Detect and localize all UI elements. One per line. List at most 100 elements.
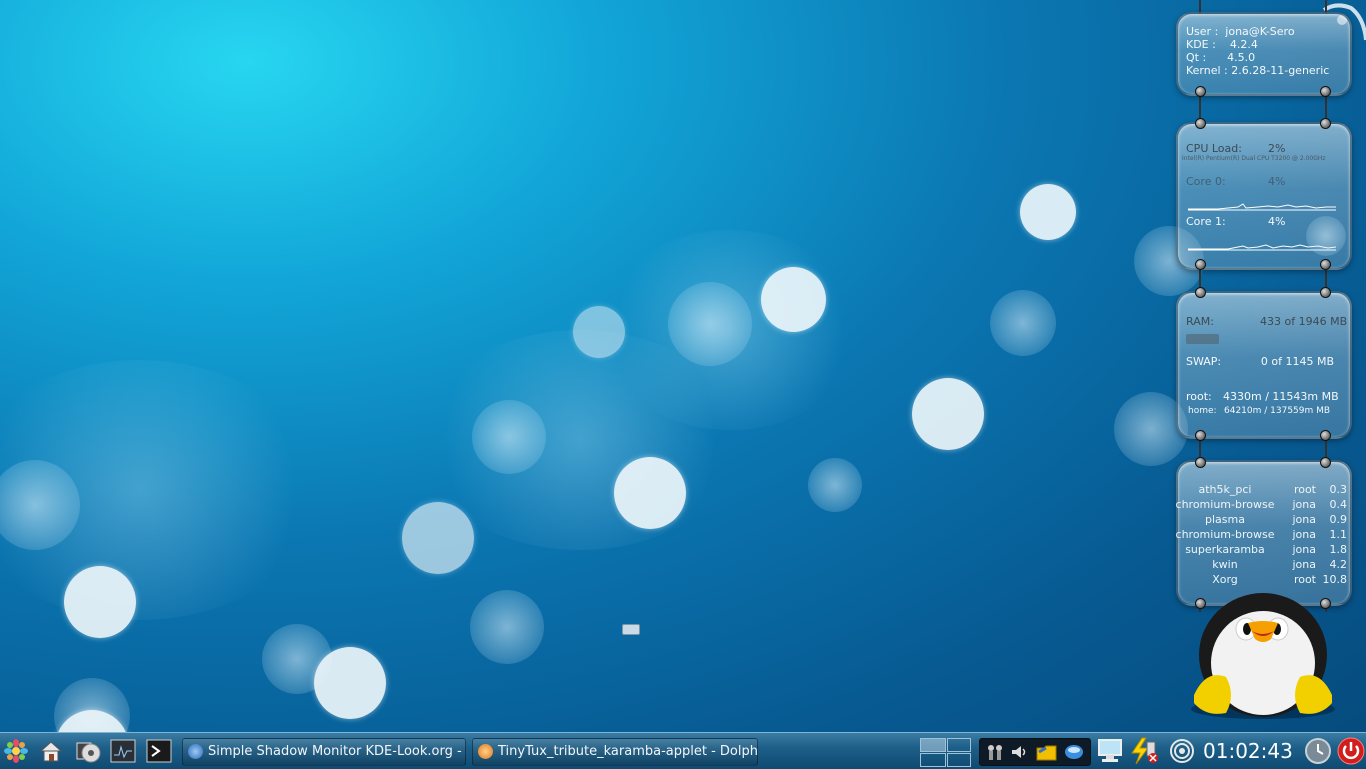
ram-value: 433 of 1946 MB (1260, 315, 1348, 328)
kde-menu-button[interactable] (3, 739, 29, 763)
cpu-widget[interactable]: CPU Load: 2% Intel(R) Pentium(R) Dual CP… (1176, 122, 1352, 270)
widget-bolt (1195, 430, 1206, 441)
root-label: root: (1186, 390, 1212, 403)
process-cpu: 1.1 (1329, 528, 1348, 541)
bokeh-light (912, 378, 984, 450)
process-name: chromium-browse (1175, 528, 1275, 541)
desktop-background: User : jona@K-Sero KDE : 4.2.4 Qt : 4.5.… (0, 0, 1366, 732)
disc-burner-button[interactable] (76, 739, 102, 763)
kde-label: KDE : (1186, 38, 1216, 51)
process-row: superkaramba jona 1.8 (1172, 542, 1352, 557)
core0-value: 4% (1268, 175, 1286, 188)
widget-bolt (1195, 457, 1206, 468)
process-cpu: 4.2 (1329, 558, 1348, 571)
process-cpu: 1.8 (1329, 543, 1348, 556)
core1-label: Core 1: (1186, 215, 1226, 228)
cpu-model: Intel(R) Pentium(R) Dual CPU T3200 @ 2.0… (1182, 155, 1326, 162)
konqueror-icon (188, 744, 203, 759)
process-cpu: 0.4 (1329, 498, 1348, 511)
network-icon[interactable] (986, 743, 1004, 761)
panel-clock[interactable]: 01:02:43 (1203, 738, 1293, 764)
user-row: User : jona@K-Sero (1186, 25, 1295, 38)
tux-penguin-icon[interactable] (1186, 585, 1340, 720)
process-user: jona (1292, 513, 1317, 526)
bokeh-light (668, 282, 752, 366)
desktop-pager[interactable] (920, 738, 972, 767)
folder-icon[interactable] (1036, 742, 1058, 762)
widget-bolt (1195, 259, 1206, 270)
process-row: chromium-browse jona 0.4 (1172, 497, 1352, 512)
home-folder-button[interactable] (38, 739, 64, 763)
lock-screen-icon[interactable] (1304, 737, 1332, 765)
kde-version: 4.2.4 (1229, 38, 1258, 51)
pager-desktop-4[interactable] (947, 753, 971, 767)
process-user: jona (1292, 528, 1317, 541)
system-info-widget[interactable]: User : jona@K-Sero KDE : 4.2.4 Qt : 4.5.… (1176, 12, 1352, 96)
terminal-button[interactable] (146, 739, 172, 763)
terminal-icon (146, 739, 172, 763)
system-monitor-icon (110, 739, 136, 763)
process-user: root (1293, 483, 1316, 496)
system-monitor-button[interactable] (110, 739, 136, 763)
ram-bar (1186, 334, 1336, 344)
widget-bolt (1320, 287, 1331, 298)
process-list: ath5k_pci root 0.3 chromium-browse jona 0.4 pl… (1172, 482, 1352, 587)
qt-version: 4.5.0 (1227, 51, 1256, 64)
widget-bolt (1195, 118, 1206, 129)
home-folder-icon (39, 741, 63, 762)
process-row: ath5k_pci root 0.3 (1172, 482, 1352, 497)
root-usage: 4330m / 11543m MB (1223, 390, 1339, 403)
kopete-icon[interactable] (1064, 742, 1084, 762)
core1-value: 4% (1268, 215, 1286, 228)
bokeh-light (472, 400, 546, 474)
cpu-load-label: CPU Load: (1186, 142, 1242, 155)
taskbar-panel: Simple Shadow Monitor KDE-Look.org - Tin… (0, 732, 1366, 769)
home-usage: 64210m / 137559m MB (1224, 406, 1331, 416)
process-name: ath5k_pci (1198, 483, 1252, 496)
desktop-toolbox-icon[interactable] (622, 624, 640, 635)
bokeh-light (64, 566, 136, 638)
task-label: Simple Shadow Monitor KDE-Look.org - (208, 744, 462, 759)
process-user: jona (1292, 498, 1317, 511)
bokeh-light (1306, 216, 1346, 256)
core0-graph (1188, 203, 1336, 211)
system-tray (979, 738, 1091, 766)
pager-desktop-1[interactable] (920, 738, 946, 752)
qt-row: Qt : 4.5.0 (1186, 51, 1255, 64)
widget-bolt (1195, 86, 1206, 97)
kernel-version: 2.6.28-11-generic (1231, 64, 1330, 77)
task-dolphin[interactable]: TinyTux_tribute_karamba-applet - Dolph (472, 738, 758, 766)
widget-bolt (1320, 259, 1331, 270)
process-name: chromium-browse (1175, 498, 1275, 511)
bokeh-light (402, 502, 474, 574)
process-name: kwin (1212, 558, 1238, 571)
kde-row: KDE : 4.2.4 (1186, 38, 1258, 51)
volume-icon[interactable] (1010, 743, 1028, 761)
task-label: TinyTux_tribute_karamba-applet - Dolph (498, 744, 758, 759)
widget-bolt (1320, 457, 1331, 468)
user-label: User : (1186, 25, 1219, 38)
pager-desktop-3[interactable] (920, 753, 946, 767)
process-user: jona (1292, 558, 1317, 571)
ram-bar-fill (1186, 334, 1219, 344)
pager-desktop-2[interactable] (947, 738, 971, 752)
bokeh-light (761, 267, 826, 332)
shutdown-icon[interactable] (1336, 736, 1366, 766)
process-user: jona (1292, 543, 1317, 556)
widget-bolt (1195, 287, 1206, 298)
process-name: plasma (1205, 513, 1245, 526)
task-konqueror[interactable]: Simple Shadow Monitor KDE-Look.org - (182, 738, 466, 766)
swap-label: SWAP: (1186, 355, 1222, 368)
widget-bolt (1320, 86, 1331, 97)
process-row: chromium-browse jona 1.1 (1172, 527, 1352, 542)
swap-value: 0 of 1145 MB (1260, 355, 1334, 368)
memory-widget[interactable]: RAM: 433 of 1946 MB SWAP: 0 of 1145 MB r… (1176, 291, 1352, 439)
bokeh-light (808, 458, 862, 512)
cpu-load-value: 2% (1268, 142, 1286, 155)
widget-bolt (1320, 118, 1331, 129)
user-value: jona@K-Sero (1225, 25, 1295, 38)
wireless-icon[interactable] (1168, 737, 1196, 765)
kernel-row: Kernel : 2.6.28-11-generic (1186, 64, 1329, 77)
battery-power-icon[interactable] (1128, 736, 1160, 766)
display-icon[interactable] (1097, 737, 1123, 765)
